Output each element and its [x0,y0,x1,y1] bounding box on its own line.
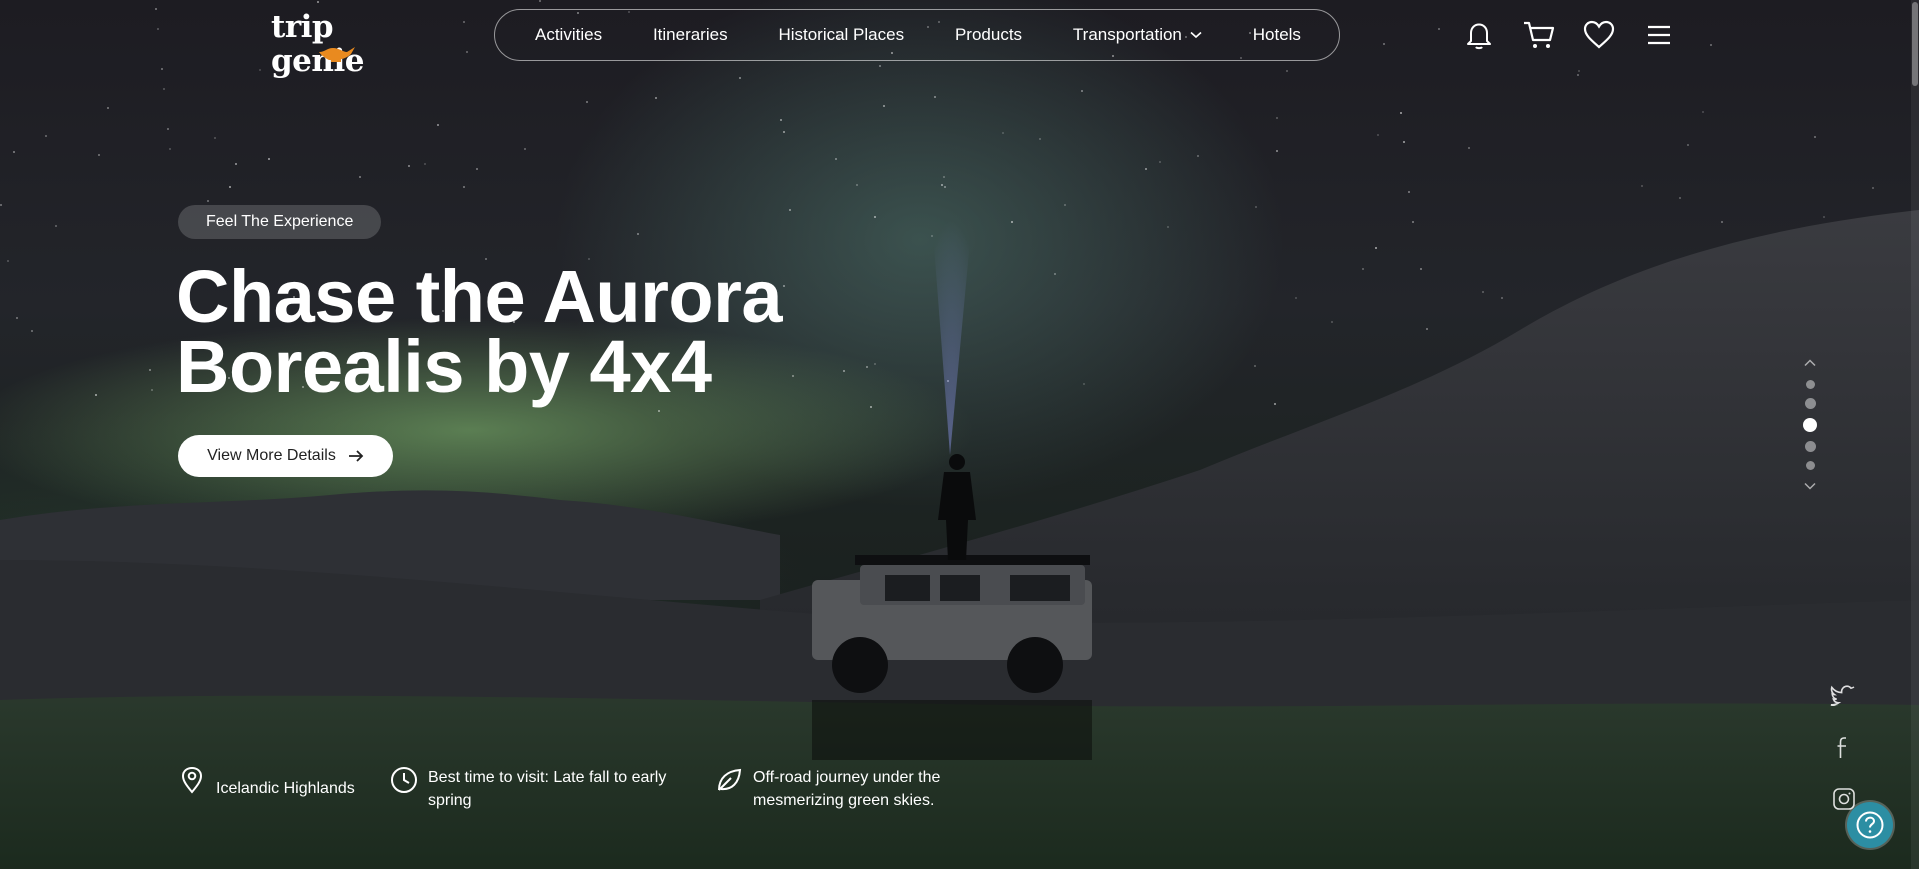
slide-up-button[interactable] [1804,356,1816,370]
hero-title-line-2: Borealis by 4x4 [176,325,712,408]
genie-lamp-icon [319,47,355,62]
hero-badge: Feel The Experience [178,205,382,239]
slide-pagination [1800,356,1820,493]
arrow-right-icon [348,450,364,462]
slide-dots [1803,380,1817,470]
facebook-link[interactable] [1836,736,1850,765]
best-time-text: Best time to visit: Late fall to early s… [428,766,666,812]
cart-icon [1524,21,1555,48]
view-more-details-button[interactable]: View More Details [178,435,393,477]
nav-item-transportation[interactable]: Transportation [1073,25,1202,45]
nav-item-historical-places[interactable]: Historical Places [778,25,904,45]
clock-icon [390,766,418,794]
scrollbar-thumb[interactable] [1912,2,1918,86]
location-text: Icelandic Highlands [216,780,355,797]
notifications-button[interactable] [1462,18,1496,52]
cta-label: View More Details [207,447,336,464]
nav-label: Activities [535,25,603,44]
info-location: Icelandic Highlands [178,766,355,800]
description-text: Off-road journey under the mesmerizing g… [753,766,940,812]
nav-item-itineraries[interactable]: Itineraries [653,25,728,45]
chevron-down-icon [1190,31,1202,39]
twitter-icon [1830,685,1855,708]
slide-dot[interactable] [1804,441,1816,452]
nav-label: Historical Places [778,25,905,44]
nav-label: Itineraries [652,25,728,44]
main-navigation: Activities Itineraries Historical Places… [494,9,1340,61]
nav-item-activities[interactable]: Activities [535,25,602,45]
nav-item-products[interactable]: Products [955,25,1022,45]
menu-button[interactable] [1642,18,1676,52]
description-line-2: mesmerizing green skies. [753,792,935,809]
wishlist-button[interactable] [1582,18,1616,52]
best-time-line-2: spring [428,792,472,809]
menu-icon [1648,25,1670,45]
heart-icon [1583,20,1615,49]
hero-title: Chase the Aurora Borealis by 4x4 [176,255,876,408]
hero-title-line-1: Chase the Aurora [176,255,783,338]
header-actions [1462,18,1676,52]
cart-button[interactable] [1522,18,1556,52]
bell-icon [1467,23,1491,50]
info-best-time: Best time to visit: Late fall to early s… [390,766,666,812]
instagram-icon [1833,788,1855,810]
slide-dot[interactable] [1804,398,1816,409]
nav-label: Transportation [1072,25,1182,44]
leaf-icon [715,766,743,794]
slide-dot[interactable] [1805,380,1815,389]
map-pin-icon [178,766,206,794]
twitter-link[interactable] [1830,684,1856,711]
page-scrollbar[interactable] [1911,0,1919,869]
facebook-icon [1837,737,1846,758]
help-button[interactable] [1847,802,1893,848]
description-line-1: Off-road journey under the [753,769,941,786]
nav-item-hotels[interactable]: Hotels [1253,25,1301,45]
slide-dot[interactable] [1805,461,1815,470]
trip-genie-logo[interactable]: trip genie [271,10,421,78]
best-time-line-1: Best time to visit: Late fall to early [428,769,667,786]
chevron-up-icon [1804,359,1816,367]
chevron-down-icon [1804,482,1816,490]
info-description: Off-road journey under the mesmerizing g… [715,766,940,812]
question-icon [1856,811,1884,839]
slide-down-button[interactable] [1804,479,1816,493]
nav-label: Products [954,25,1023,44]
nav-label: Hotels [1252,25,1301,44]
slide-dot[interactable] [1803,418,1817,432]
